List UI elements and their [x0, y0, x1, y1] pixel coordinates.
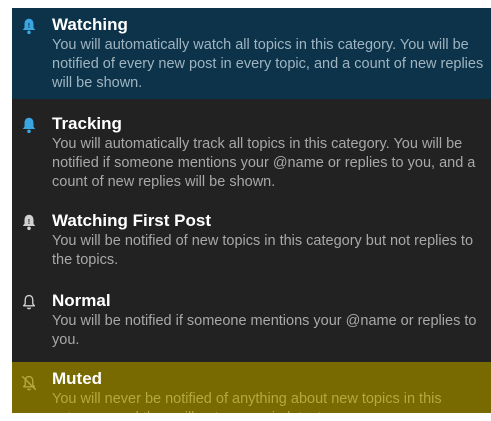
menu-item-tracking[interactable]: Tracking You will automatically track al…	[12, 107, 491, 203]
menu-item-description: You will automatically track all topics …	[52, 136, 476, 190]
menu-item-title: Watching First Post	[52, 211, 211, 230]
menu-item-title: Tracking	[52, 114, 122, 133]
notification-level-menu: ! Watching You will automatically watch …	[12, 8, 491, 413]
svg-text:!: !	[28, 217, 30, 226]
menu-item-description: You will be notified of new topics in th…	[52, 233, 474, 268]
menu-item-title: Watching	[52, 15, 128, 34]
menu-item-description: You will never be notified of anything a…	[52, 391, 442, 413]
bell-slash-icon	[21, 375, 37, 391]
menu-item-muted[interactable]: Muted You will never be notified of anyt…	[12, 362, 491, 413]
bell-outline-icon	[22, 294, 36, 310]
svg-text:!: !	[28, 21, 30, 30]
menu-item-title: Muted	[52, 369, 103, 388]
menu-item-description: You will be notified if someone mentions…	[52, 313, 477, 348]
bell-icon: !	[22, 18, 36, 35]
bell-icon: !	[22, 214, 36, 231]
menu-item-watching[interactable]: ! Watching You will automatically watch …	[12, 8, 491, 99]
menu-item-watching-first-post[interactable]: ! Watching First Post You will be notifi…	[12, 204, 491, 284]
bell-icon	[22, 117, 36, 134]
menu-item-title: Normal	[52, 291, 111, 310]
menu-item-normal[interactable]: Normal You will be notified if someone m…	[12, 284, 491, 362]
menu-item-description: You will automatically watch all topics …	[52, 37, 484, 91]
